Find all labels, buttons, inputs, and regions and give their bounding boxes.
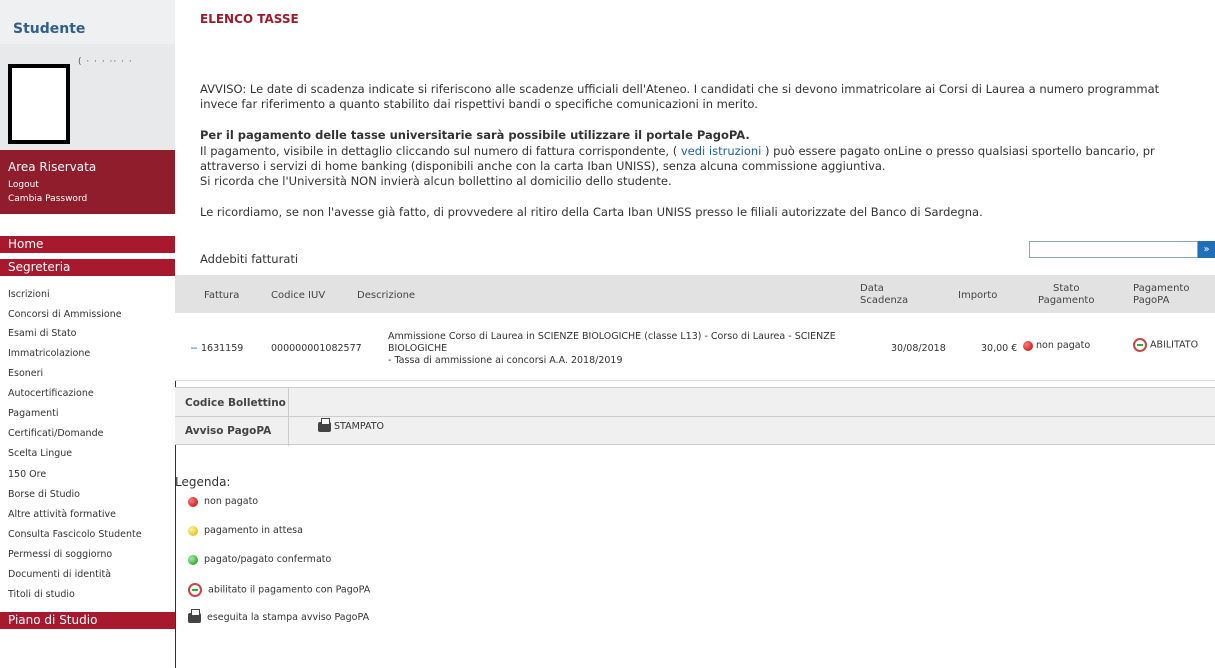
legend-title: Legenda:	[175, 475, 231, 489]
search-input[interactable]	[1029, 241, 1198, 258]
sidebar: Studente ( · · · ·· · · Area Riservata L…	[0, 0, 175, 668]
pagopa-heading: Per il pagamento delle tasse universitar…	[200, 128, 750, 142]
cambia-password-link[interactable]: Cambia Password	[8, 194, 87, 204]
importo: 30,00 €	[981, 343, 1018, 354]
legend-label: pagato/pagato confermato	[204, 554, 332, 565]
red-dot-icon	[1023, 340, 1033, 351]
sidebar-header: Studente	[0, 0, 175, 44]
sidebar-item-iscrizioni[interactable]: Iscrizioni	[8, 289, 50, 300]
codice-bollettino-label: Codice Bollettino	[185, 397, 286, 409]
notice-line-2: invece far riferimento a quanto stabilit…	[200, 97, 758, 111]
red-dot-icon	[188, 496, 198, 507]
logout-link[interactable]: Logout	[8, 180, 39, 190]
pagopa-line-2: attraverso i servizi di home banking (di…	[200, 159, 886, 173]
printer-icon	[188, 608, 201, 623]
legend-label: pagamento in attesa	[204, 525, 303, 536]
reminder-text: Le ricordiamo, se non l'avesse già fatto…	[200, 205, 983, 219]
sidebar-item-documenti[interactable]: Documenti di identità	[8, 569, 111, 580]
search-button[interactable]: »	[1198, 241, 1215, 258]
user-photo	[8, 64, 70, 144]
detail-box: Codice Bollettino Avviso PagoPA STAMPATO	[175, 387, 1215, 446]
descrizione-line-2: BIOLOGICHE	[388, 343, 448, 354]
pagopa-line-1-b: ) può essere pagato onLine o presso qual…	[761, 144, 1155, 158]
user-name: ( · · · ·· · ·	[78, 57, 133, 67]
yellow-dot-icon	[188, 525, 198, 536]
avviso-pagopa-value: STAMPATO	[318, 417, 384, 432]
detail-divider	[288, 388, 289, 446]
legend-item: eseguita la stampa avviso PagoPA	[188, 608, 370, 623]
area-riservata-title: Area Riservata	[8, 160, 97, 174]
descrizione-line-1: Ammissione Corso di Laurea in SCIENZE BI…	[388, 331, 836, 342]
profile-box: ( · · · ·· · ·	[0, 44, 175, 150]
th-fattura: Fattura	[204, 290, 240, 301]
th-pagopa-1: Pagamento	[1133, 283, 1190, 294]
th-stato-2: Pagamento	[1038, 295, 1095, 306]
pagopa-line-1-a: Il pagamento, visibile in dettaglio clic…	[200, 144, 681, 158]
sidebar-item-immatricolazione[interactable]: Immatricolazione	[8, 348, 90, 359]
nav-piano-di-studio[interactable]: Piano di Studio	[0, 612, 175, 629]
codice-iuv: 000000001082577	[271, 343, 362, 354]
avviso-pagopa-label: Avviso PagoPA	[185, 425, 272, 437]
th-importo: Importo	[958, 290, 998, 301]
legend-label: non pagato	[204, 496, 259, 507]
sidebar-title: Studente	[13, 21, 86, 37]
stato-pagamento: non pagato	[1023, 340, 1090, 351]
stato-label: non pagato	[1036, 340, 1091, 351]
page-title: ELENCO TASSE	[200, 12, 299, 26]
data-scadenza: 30/08/2018	[891, 343, 946, 354]
pagopa-icon	[1133, 338, 1147, 352]
sidebar-item-certificati[interactable]: Certificati/Domande	[8, 428, 103, 439]
th-stato-1: Stato	[1053, 283, 1080, 294]
th-descrizione: Descrizione	[357, 290, 416, 301]
sidebar-item-borse-di-studio[interactable]: Borse di Studio	[8, 489, 80, 500]
sidebar-item-pagamenti[interactable]: Pagamenti	[8, 408, 58, 419]
avviso-pagopa-text: STAMPATO	[334, 421, 384, 432]
nav-home[interactable]: Home	[0, 236, 175, 253]
sidebar-item-esoneri[interactable]: Esoneri	[8, 368, 43, 379]
vedi-istruzioni-link[interactable]: vedi istruzioni	[681, 144, 762, 158]
area-riservata: Area Riservata Logout Cambia Password	[0, 150, 175, 214]
th-iuv: Codice IUV	[271, 290, 326, 301]
sidebar-item-autocertificazione[interactable]: Autocertificazione	[8, 388, 94, 399]
th-scadenza-1: Data	[860, 283, 884, 294]
pagopa-line-1: Il pagamento, visibile in dettaglio clic…	[200, 144, 1155, 158]
sidebar-item-altre-attivita[interactable]: Altre attività formative	[8, 509, 116, 520]
sidebar-item-esami-di-stato[interactable]: Esami di Stato	[8, 328, 77, 339]
sidebar-item-permessi[interactable]: Permessi di soggiorno	[8, 549, 112, 560]
legend-item: abilitato il pagamento con PagoPA	[188, 583, 370, 597]
sidebar-item-scelta-lingue[interactable]: Scelta Lingue	[8, 448, 72, 459]
legend-label: abilitato il pagamento con PagoPA	[208, 584, 371, 596]
sidebar-item-titoli[interactable]: Titoli di studio	[8, 589, 75, 600]
legend-label: eseguita la stampa avviso PagoPA	[207, 612, 370, 623]
nav-segreteria[interactable]: Segreteria	[0, 259, 175, 276]
green-dot-icon	[188, 554, 198, 565]
section-title: Addebiti fatturati	[200, 252, 299, 266]
sidebar-item-concorsi[interactable]: Concorsi di Ammissione	[8, 309, 122, 320]
printer-icon	[318, 417, 331, 432]
sidebar-item-fascicolo[interactable]: Consulta Fascicolo Studente	[8, 529, 142, 540]
th-scadenza-2: Scadenza	[860, 295, 909, 306]
table-row: − 1631159 000000001082577 Ammissione Cor…	[175, 313, 1215, 381]
pagopa-label: ABILITATO	[1150, 339, 1199, 351]
legend-item: non pagato	[188, 496, 258, 507]
fattura-link[interactable]: 1631159	[201, 343, 243, 354]
pagopa-line-3: Si ricorda che l'Università NON invierà …	[200, 174, 672, 188]
main-content: ELENCO TASSE AVVISO: Le date di scadenza…	[175, 0, 1215, 668]
notice-line-1: AVVISO: Le date di scadenza indicate si …	[200, 82, 1160, 96]
detail-row-divider	[175, 416, 1215, 417]
descrizione-line-3: - Tassa di ammissione ai concorsi A.A. 2…	[388, 355, 623, 366]
pagopa-icon	[188, 583, 202, 597]
table-header: Fattura Codice IUV Descrizione Data Scad…	[175, 275, 1215, 313]
legend-item: pagamento in attesa	[188, 525, 303, 536]
row-toggle[interactable]: −	[190, 343, 198, 354]
th-pagopa-2: PagoPA	[1133, 295, 1170, 306]
legend-item: pagato/pagato confermato	[188, 554, 331, 565]
sidebar-item-150-ore[interactable]: 150 Ore	[8, 469, 46, 480]
pagopa-status[interactable]: ABILITATO	[1133, 338, 1198, 352]
